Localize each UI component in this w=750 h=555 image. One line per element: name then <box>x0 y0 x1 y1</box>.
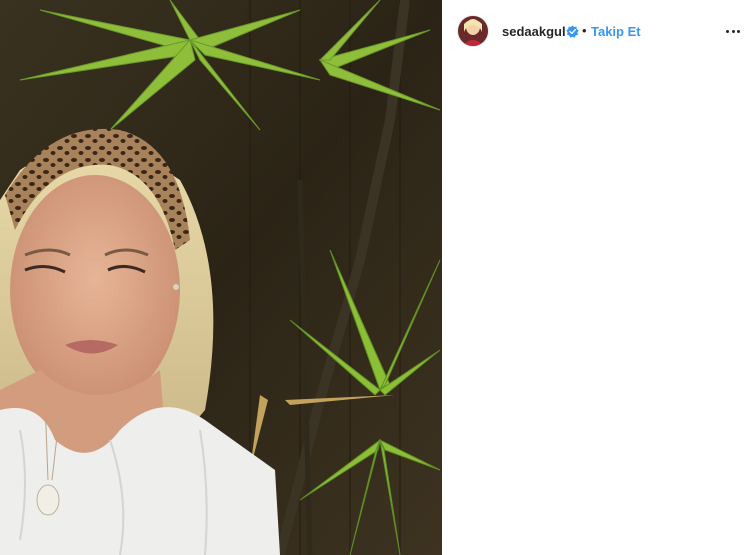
verified-badge-icon <box>566 25 579 38</box>
more-options-icon[interactable] <box>724 22 742 40</box>
username-link[interactable]: sedaakgul <box>502 24 566 40</box>
avatar[interactable] <box>458 16 488 46</box>
avatar-image <box>458 16 488 46</box>
post-header: sedaakgul • Takip Et <box>442 0 750 64</box>
separator-dot: • <box>582 23 587 38</box>
follow-button[interactable]: Takip Et <box>591 24 641 40</box>
post-sidebar: sedaakgul • Takip Et <box>442 0 750 555</box>
post-photo-image <box>0 0 442 555</box>
post-photo[interactable] <box>0 0 442 555</box>
